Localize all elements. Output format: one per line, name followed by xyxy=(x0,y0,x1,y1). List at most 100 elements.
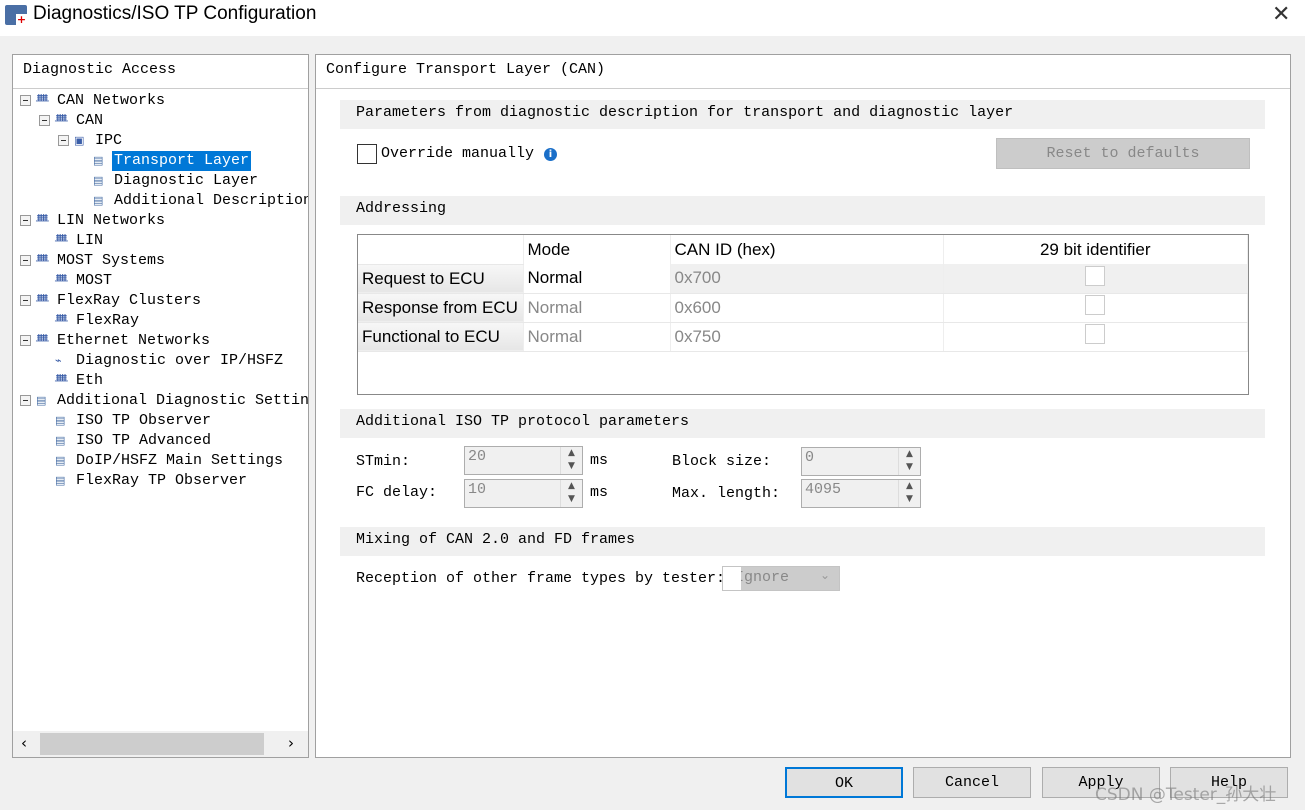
tree-item[interactable]: ▤ DoIP/HSFZ Main Settings xyxy=(13,451,308,471)
override-checkbox[interactable] xyxy=(357,144,377,164)
network-icon: ᚙ xyxy=(36,254,49,267)
cancel-button[interactable]: Cancel xyxy=(913,767,1031,798)
tree-item-label: LIN Networks xyxy=(57,212,166,229)
tree-item[interactable]: ᚙ MOST Systems xyxy=(13,251,308,271)
tree-item[interactable]: ▤ FlexRay TP Observer xyxy=(13,471,308,491)
panel-header: Configure Transport Layer (CAN) xyxy=(316,55,1290,89)
config-icon: ▤ xyxy=(55,454,66,467)
mode-cell[interactable]: Normal xyxy=(523,293,671,323)
horizontal-scrollbar[interactable]: ‹ › xyxy=(13,731,308,757)
tree-item[interactable]: ⌁ Diagnostic over IP/HSFZ xyxy=(13,351,308,371)
override-label[interactable]: Override manually xyxy=(381,145,534,162)
tree-item-label: MOST Systems xyxy=(57,252,166,269)
collapse-icon[interactable] xyxy=(20,335,31,346)
network-icon: ᚙ xyxy=(55,234,68,247)
table-row[interactable]: Response from ECU Normal 0x600 xyxy=(358,293,1248,323)
row-header: Functional to ECU xyxy=(358,322,524,352)
tree-item[interactable]: ▣ IPC xyxy=(13,131,308,151)
network-icon: ᚙ xyxy=(55,274,68,287)
tree-item[interactable]: ᚙ LIN Networks xyxy=(13,211,308,231)
tree-item[interactable]: ᚙ FlexRay Clusters xyxy=(13,291,308,311)
stmin-unit: ms xyxy=(590,452,609,469)
tree-item-label: Eth xyxy=(76,372,104,389)
ext-id-cell xyxy=(943,264,1248,294)
tree-item-label: FlexRay Clusters xyxy=(57,292,202,309)
tree-item[interactable]: ᚙ Eth xyxy=(13,371,308,391)
29bit-checkbox[interactable] xyxy=(1085,324,1106,344)
network-icon: ᚙ xyxy=(36,294,49,307)
max-length-value: 4095 xyxy=(805,481,842,498)
tree-item-label: ISO TP Advanced xyxy=(76,432,212,449)
tree-item[interactable]: ▤ ISO TP Advanced xyxy=(13,431,308,451)
can-id-cell[interactable]: 0x600 xyxy=(670,293,944,323)
section-isotp: Additional ISO TP protocol parameters xyxy=(340,409,1265,438)
29bit-checkbox[interactable] xyxy=(1085,265,1106,286)
stmin-label: STmin: xyxy=(356,453,411,470)
ext-id-cell xyxy=(943,293,1248,323)
collapse-icon[interactable] xyxy=(58,135,69,146)
spin-arrows-icon[interactable]: ▲ ▼ xyxy=(898,448,920,475)
tree: ᚙ CAN Networks ᚙ CAN ▣ IPC ▤ Transport Layer ▤ Di… xyxy=(13,90,308,730)
tree-item[interactable]: ᚙ MOST xyxy=(13,271,308,291)
reception-dropdown[interactable]: Ignore ⌄ xyxy=(722,566,840,591)
close-icon[interactable]: ✕ xyxy=(1272,2,1290,27)
tree-item[interactable]: ᚙ LIN xyxy=(13,231,308,251)
29bit-checkbox[interactable] xyxy=(1085,295,1106,315)
spin-arrows-icon[interactable]: ▲ ▼ xyxy=(560,480,582,507)
tree-item[interactable]: ▤ Diagnostic Layer xyxy=(13,171,308,191)
network-icon: ᚙ xyxy=(36,94,49,107)
can-id-cell[interactable]: 0x700 xyxy=(670,264,944,294)
table-row[interactable]: Functional to ECU Normal 0x750 xyxy=(358,322,1248,352)
fc-delay-label: FC delay: xyxy=(356,484,438,501)
block-size-spinbox[interactable]: 0 ▲ ▼ xyxy=(801,447,921,476)
fc-delay-value: 10 xyxy=(468,481,487,498)
tree-item[interactable]: ▤ Transport Layer xyxy=(13,151,308,171)
collapse-icon[interactable] xyxy=(20,295,31,306)
tree-item-label: Diagnostic over IP/HSFZ xyxy=(76,352,284,369)
tree-item[interactable]: ᚙ CAN xyxy=(13,111,308,131)
watermark: CSDN @Tester_孙大壮 xyxy=(1095,785,1277,805)
table-row[interactable]: Request to ECU Normal 0x700 xyxy=(358,264,1248,294)
ext-id-cell xyxy=(943,322,1248,352)
column-header: Mode xyxy=(523,235,671,264)
can-id-cell[interactable]: 0x750 xyxy=(670,322,944,352)
tree-item-label: LIN xyxy=(76,232,104,249)
collapse-icon[interactable] xyxy=(20,255,31,266)
fc-delay-spinbox[interactable]: 10 ▲ ▼ xyxy=(464,479,583,508)
tree-item[interactable]: ▤ Additional Diagnostic Settings xyxy=(13,391,308,411)
tree-item-label: Ethernet Networks xyxy=(57,332,211,349)
stmin-spinbox[interactable]: 20 ▲ ▼ xyxy=(464,446,583,475)
scroll-right-icon[interactable]: › xyxy=(288,734,294,752)
section-addressing: Addressing xyxy=(340,196,1265,225)
collapse-icon[interactable] xyxy=(39,115,50,126)
spin-arrows-icon[interactable]: ▲ ▼ xyxy=(560,447,582,474)
stmin-value: 20 xyxy=(468,448,487,465)
chevron-down-icon: ⌄ xyxy=(820,568,831,582)
collapse-icon[interactable] xyxy=(20,215,31,226)
tree-item[interactable]: ▤ ISO TP Observer xyxy=(13,411,308,431)
mode-cell[interactable]: Normal xyxy=(523,322,671,352)
tree-item-label: Transport Layer xyxy=(112,151,252,171)
tree-item[interactable]: ᚙ CAN Networks xyxy=(13,91,308,111)
section-params: Parameters from diagnostic description f… xyxy=(340,100,1265,129)
collapse-icon[interactable] xyxy=(20,95,31,106)
computer-icon: ▣ xyxy=(74,134,85,147)
tree-item[interactable]: ᚙ FlexRay xyxy=(13,311,308,331)
tree-item[interactable]: ▤ Additional Description xyxy=(13,191,308,211)
max-length-label: Max. length: xyxy=(672,485,781,502)
app-icon: + xyxy=(5,5,27,25)
tree-item[interactable]: ᚙ Ethernet Networks xyxy=(13,331,308,351)
tree-item-label: IPC xyxy=(95,132,123,149)
ok-button[interactable]: OK xyxy=(785,767,903,798)
scroll-left-icon[interactable]: ‹ xyxy=(21,734,27,752)
mode-cell[interactable]: Normal xyxy=(523,264,671,294)
spin-arrows-icon[interactable]: ▲ ▼ xyxy=(898,480,920,507)
reset-defaults-button[interactable]: Reset to defaults xyxy=(996,138,1250,169)
title-bar: + Diagnostics/ISO TP Configuration ✕ xyxy=(0,0,1305,36)
max-length-spinbox[interactable]: 4095 ▲ ▼ xyxy=(801,479,921,508)
scroll-thumb[interactable] xyxy=(40,733,264,755)
reception-label: Reception of other frame types by tester… xyxy=(356,570,726,587)
table-header-row: Mode CAN ID (hex) 29 bit identifier xyxy=(358,235,1248,265)
collapse-icon[interactable] xyxy=(20,395,31,406)
config-icon: ▤ xyxy=(55,414,66,427)
